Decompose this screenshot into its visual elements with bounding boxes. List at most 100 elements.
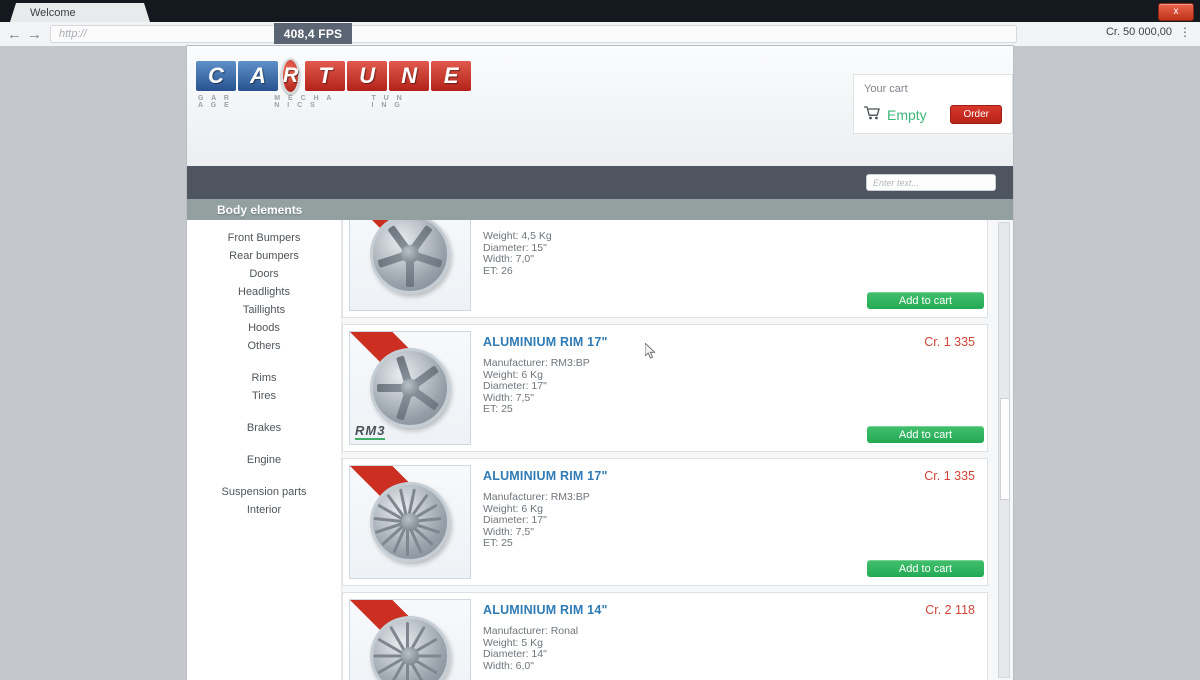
window-close-button[interactable]: x [1158, 3, 1194, 21]
rim-image [370, 616, 450, 680]
logo-letters: C A R T U N E [196, 59, 446, 93]
add-to-cart-button[interactable]: Add to cart [867, 560, 984, 577]
site-searchbar: Enter text... [187, 166, 1013, 199]
product-spec: Manufacturer: RM3:BP [483, 492, 975, 504]
product-title: ALUMINIUM RIM 17" [483, 469, 975, 483]
product-spec: Weight: 4,5 Kg [483, 231, 975, 243]
product-card[interactable]: ALUMINIUM RIM 14" Cr. 2 118 Manufacturer… [342, 592, 988, 680]
logo-letter-t: T [305, 61, 345, 91]
back-arrow-icon[interactable]: ← [7, 27, 22, 42]
product-specs: Manufacturer: RM3:BP Weight: 6 Kg Diamet… [483, 358, 975, 416]
sidebar-divider-3 [187, 437, 341, 451]
product-spec: Weight: 6 Kg [483, 504, 975, 516]
forward-arrow-icon[interactable]: → [27, 27, 42, 42]
browser-navbar: ← → http:// [0, 22, 1200, 47]
overflow-menu-icon[interactable]: ⋮ [1179, 26, 1191, 38]
sidebar-item-others[interactable]: Others [187, 337, 341, 355]
product-specs: Weight: 4,5 Kg Diameter: 15" Width: 7,0"… [483, 231, 975, 277]
search-input[interactable]: Enter text... [866, 174, 996, 191]
logo-tagline: G A R A G E M E C H A N I C S T U N I N … [198, 95, 446, 109]
product-spec: Weight: 5 Kg [483, 638, 975, 650]
fps-counter: 408,4 FPS [274, 23, 352, 44]
rim-outer [370, 482, 450, 562]
rim-image [370, 348, 450, 428]
page-content: Front Bumpers Rear bumpers Doors Headlig… [187, 220, 1013, 680]
product-thumbnail [349, 220, 471, 311]
browser-tabstrip: Welcome x [0, 0, 1200, 22]
sidebar-item-suspension-parts[interactable]: Suspension parts [187, 483, 341, 501]
game-window: Welcome x ← → http:// 408,4 FPS Cr. 50 0… [0, 0, 1200, 680]
credits-display: Cr. 50 000,00 [1106, 26, 1172, 38]
sidebar-item-headlights[interactable]: Headlights [187, 283, 341, 301]
vertical-scrollbar[interactable] [998, 222, 1010, 678]
sidebar-divider-4 [187, 469, 341, 483]
tagline-mechanics: M E C H A N I C S [274, 95, 337, 109]
rim-outer [370, 220, 450, 294]
product-info: ALUMINIUM RIM 14" Cr. 2 118 Manufacturer… [477, 593, 987, 680]
cart-title: Your cart [864, 83, 1002, 95]
add-to-cart-button[interactable]: Add to cart [867, 426, 984, 443]
section-header: Body elements [187, 199, 1013, 220]
sidebar-item-brakes[interactable]: Brakes [187, 419, 341, 437]
sidebar-item-rims[interactable]: Rims [187, 369, 341, 387]
rim-outer [370, 616, 450, 680]
address-bar[interactable]: http:// [50, 25, 1017, 43]
rim-hub [401, 379, 419, 397]
scrollbar-thumb[interactable] [1000, 398, 1010, 500]
sidebar-item-rear-bumpers[interactable]: Rear bumpers [187, 247, 341, 265]
sidebar-item-tires[interactable]: Tires [187, 387, 341, 405]
product-info: ALUMINIUM RIM 17" Cr. 1 335 Manufacturer… [477, 459, 987, 585]
rim-hub [401, 245, 419, 263]
product-spec: Diameter: 17" [483, 515, 975, 527]
product-specs: Manufacturer: Ronal Weight: 5 Kg Diamete… [483, 626, 975, 672]
product-title: ALUMINIUM RIM 17" [483, 335, 975, 349]
sidebar-item-hoods[interactable]: Hoods [187, 319, 341, 337]
product-card[interactable]: RM3 ALUMINIUM RIM 17" Cr. 1 335 Manufact… [342, 324, 988, 452]
tab-label: Welcome [30, 7, 76, 19]
page-viewport: C A R T U N E G A R A G E M E C H A N I … [0, 46, 1200, 680]
logo-letter-u: U [347, 61, 387, 91]
product-price: Cr. 2 118 [925, 603, 975, 617]
product-card[interactable]: ALUMINIUM RIM 17" Cr. 1 335 Manufacturer… [342, 458, 988, 586]
product-spec: ET: 25 [483, 404, 975, 416]
logo-circle-r: R [281, 58, 300, 94]
sidebar-item-taillights[interactable]: Taillights [187, 301, 341, 319]
web-page: C A R T U N E G A R A G E M E C H A N I … [187, 46, 1013, 680]
sidebar-item-front-bumpers[interactable]: Front Bumpers [187, 229, 341, 247]
add-to-cart-button[interactable]: Add to cart [867, 292, 984, 309]
logo-letter-e: E [431, 61, 471, 91]
product-scroll-area[interactable]: Weight: 4,5 Kg Diameter: 15" Width: 7,0"… [342, 220, 1013, 680]
cart-row: Empty Order [864, 105, 1002, 124]
search-placeholder: Enter text... [873, 178, 919, 188]
product-info: Weight: 4,5 Kg Diameter: 15" Width: 7,0"… [477, 220, 987, 317]
sidebar-item-doors[interactable]: Doors [187, 265, 341, 283]
product-spec: ET: 26 [483, 266, 975, 278]
rim-image [370, 220, 450, 294]
product-spec: Diameter: 17" [483, 381, 975, 393]
product-info: ALUMINIUM RIM 17" Cr. 1 335 Manufacturer… [477, 325, 987, 451]
sidebar-item-engine[interactable]: Engine [187, 451, 341, 469]
product-specs: Manufacturer: RM3:BP Weight: 6 Kg Diamet… [483, 492, 975, 550]
product-thumbnail [349, 465, 471, 579]
product-card[interactable]: Weight: 4,5 Kg Diameter: 15" Width: 7,0"… [342, 220, 988, 318]
order-button[interactable]: Order [950, 105, 1002, 124]
rim-image [370, 482, 450, 562]
rim-hub [401, 513, 419, 531]
tagline-tuning: T U N I N G [371, 95, 412, 109]
cartune-logo: C A R T U N E G A R A G E M E C H A N I … [196, 59, 446, 107]
browser-tab-welcome[interactable]: Welcome [10, 3, 150, 22]
page-title: Body elements [217, 203, 302, 217]
sidebar-item-interior[interactable]: Interior [187, 501, 341, 519]
product-price: Cr. 1 335 [924, 335, 975, 349]
page-header: C A R T U N E G A R A G E M E C H A N I … [187, 46, 1013, 166]
nav-arrow-group: ← → [7, 27, 42, 42]
product-spec: Width: 6,0" [483, 661, 975, 673]
address-bar-placeholder: http:// [59, 28, 87, 40]
shopping-cart-icon [864, 106, 880, 124]
cart-status: Empty [887, 107, 950, 123]
tagline-garage: G A R A G E [198, 95, 240, 109]
sidebar-divider-2 [187, 405, 341, 419]
rim-hub [401, 647, 419, 665]
product-thumbnail: RM3 [349, 331, 471, 445]
product-list-panel: H T U N E [342, 220, 1013, 680]
